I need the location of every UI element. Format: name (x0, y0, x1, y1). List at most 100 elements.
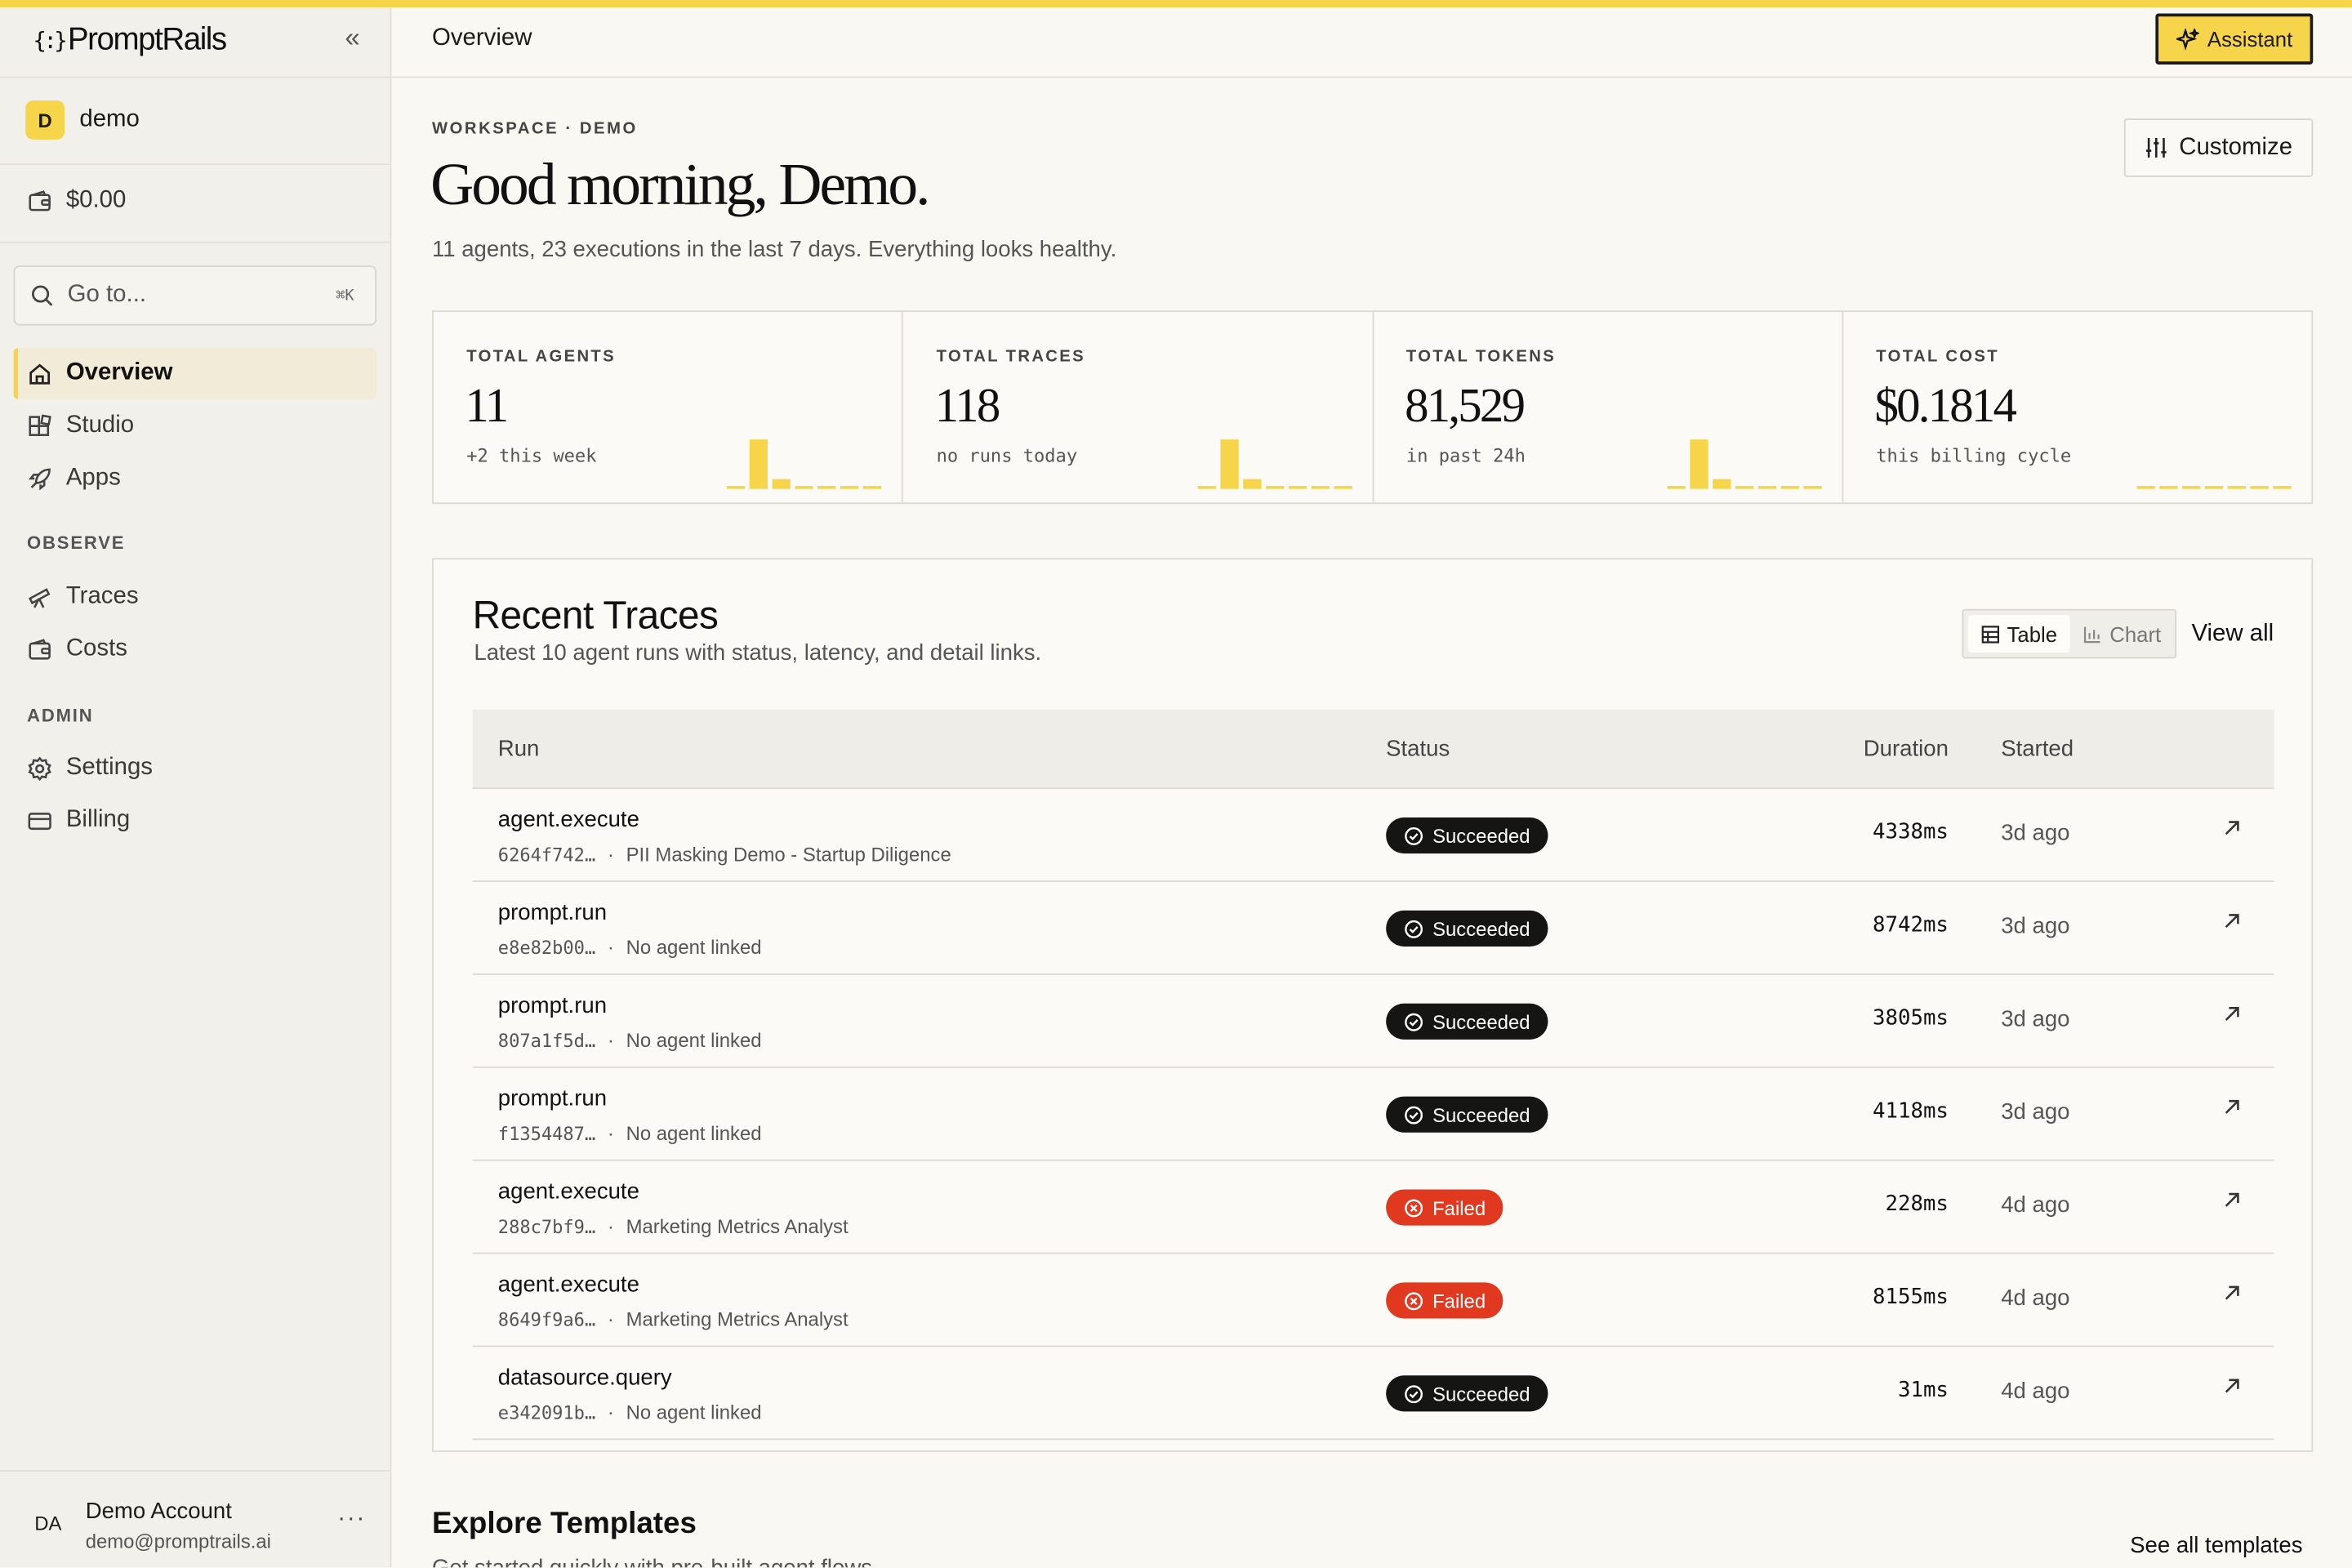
status-badge: Succeeded (1386, 1003, 1548, 1040)
stat-card-traces[interactable]: TOTAL TRACES 118 no runs today (903, 312, 1374, 503)
open-link-icon[interactable] (2220, 816, 2243, 840)
goto-search-input[interactable]: Go to... ⌘K (13, 265, 377, 326)
logo-icon: {:} (33, 27, 67, 55)
run-meta: 6264f742… · PII Masking Demo - Startup Dil… (498, 843, 951, 866)
table-row[interactable]: agent.execute 8649f9a6… · Marketing Metrics… (472, 1254, 2274, 1348)
workspace-switcher[interactable]: D demo (25, 100, 140, 140)
spark-bar (2250, 486, 2269, 489)
sidebar: {:} PromptRails « D demo $0.00 Go to... … (0, 7, 392, 1568)
stat-card-cost[interactable]: TOTAL COST $0.1814 this billing cycle (1843, 312, 2312, 502)
stat-card-tokens[interactable]: TOTAL TOKENS 81,529 in past 24h (1374, 312, 1843, 503)
sidebar-item-traces[interactable]: Traces (14, 572, 376, 622)
stat-label: TOTAL COST (1876, 348, 2000, 367)
sidebar-item-billing[interactable]: Billing (14, 795, 376, 845)
assistant-button[interactable]: Assistant (2155, 13, 2314, 65)
page-header: Overview Assistant (391, 7, 2352, 78)
run-meta: f1354487… · No agent linked (498, 1122, 762, 1145)
run-name[interactable]: agent.execute (498, 1179, 639, 1205)
table-row[interactable]: datasource.query e342091b… · No agent linke… (472, 1347, 2274, 1441)
assistant-label: Assistant (2207, 27, 2293, 51)
column-header-started[interactable]: Started (2001, 737, 2074, 762)
status-label: Succeeded (1432, 1382, 1530, 1405)
open-link-icon[interactable] (2220, 1188, 2243, 1212)
open-link-icon[interactable] (2220, 1002, 2243, 1026)
section-title: Recent Traces (472, 592, 719, 638)
column-header-run[interactable]: Run (498, 737, 540, 762)
open-link-icon[interactable] (2220, 1095, 2243, 1119)
spark-bar (1242, 479, 1261, 489)
open-link-icon[interactable] (2220, 1374, 2243, 1397)
sidebar-item-studio[interactable]: Studio (14, 400, 376, 451)
run-name[interactable]: datasource.query (498, 1365, 672, 1390)
stat-note: +2 this week (466, 445, 597, 467)
run-name[interactable]: prompt.run (498, 900, 607, 925)
sliders-icon (2145, 137, 2167, 158)
section-subtitle: Latest 10 agent runs with status, latenc… (474, 640, 1042, 666)
toggle-chart[interactable]: Chart (2071, 615, 2175, 653)
sidebar-item-settings[interactable]: Settings (14, 742, 376, 793)
workspace-avatar: D (25, 100, 65, 140)
table-header: Run Status Duration Started (472, 709, 2274, 790)
sidebar-item-overview[interactable]: Overview (13, 348, 377, 399)
toggle-table-label: Table (2007, 621, 2058, 646)
spark-bar (840, 486, 859, 489)
section-heading-observe: OBSERVE (27, 532, 126, 554)
status-label: Failed (1432, 1196, 1486, 1219)
view-all-link[interactable]: View all (2191, 621, 2274, 648)
open-link-icon[interactable] (2220, 909, 2243, 933)
separator: · (607, 1401, 614, 1424)
toggle-table[interactable]: Table (1967, 615, 2071, 653)
agent-name: Marketing Metrics Analyst (626, 1307, 849, 1331)
run-name[interactable]: agent.execute (498, 807, 639, 832)
table-row[interactable]: prompt.run f1354487… · No agent linked Succe… (472, 1068, 2274, 1161)
table-row[interactable]: agent.execute 6264f742… · PII Masking Demo … (472, 789, 2274, 882)
sparkline-chart (1196, 439, 1352, 489)
account-menu[interactable]: DA Demo Account demo@promptrails.ai ··· (0, 1469, 392, 1567)
sidebar-item-apps[interactable]: Apps (14, 453, 376, 504)
spark-bar (2182, 486, 2201, 489)
stat-value: 118 (934, 377, 1000, 432)
table-row[interactable]: prompt.run e8e82b00… · No agent linked Succe… (472, 882, 2274, 975)
spark-bar (1265, 486, 1284, 489)
traces-table: Run Status Duration Started agent.execut… (472, 709, 2274, 1441)
spark-bar (2159, 486, 2178, 489)
spark-bar (1735, 486, 1753, 489)
rocket-icon (28, 467, 51, 490)
run-name[interactable]: agent.execute (498, 1272, 639, 1298)
status-badge: Succeeded (1386, 910, 1548, 947)
stat-card-agents[interactable]: TOTAL AGENTS 11 +2 this week (434, 312, 904, 503)
started-value: 4d ago (2001, 1378, 2070, 1405)
check-circle-icon (1405, 1105, 1423, 1124)
table-body: agent.execute 6264f742… · PII Masking Demo … (472, 789, 2274, 1441)
run-id: f1354487… (497, 1123, 596, 1145)
sidebar-item-label: Billing (65, 807, 131, 833)
recent-traces-card: Recent Traces Latest 10 agent runs with … (431, 558, 2314, 1452)
agent-name: Marketing Metrics Analyst (626, 1214, 849, 1238)
run-meta: 288c7bf9… · Marketing Metrics Analyst (498, 1215, 849, 1238)
see-all-templates-link[interactable]: See all templates (2130, 1533, 2302, 1558)
divider (0, 241, 392, 243)
customize-button[interactable]: Customize (2123, 118, 2314, 177)
check-circle-icon (1405, 1012, 1423, 1031)
bar-chart-icon (2084, 626, 2101, 643)
run-name[interactable]: prompt.run (498, 1086, 607, 1111)
run-meta: e8e82b00… · No agent linked (498, 936, 762, 959)
more-options-icon[interactable]: ··· (337, 1506, 366, 1533)
table-row[interactable]: agent.execute 288c7bf9… · Marketing Metrics… (472, 1161, 2274, 1254)
balance-display[interactable]: $0.00 (27, 188, 126, 215)
duration-value: 4338ms (1873, 820, 1949, 845)
open-link-icon[interactable] (2220, 1281, 2243, 1305)
run-meta: 8649f9a6… · Marketing Metrics Analyst (498, 1308, 849, 1331)
gear-icon (28, 755, 51, 781)
separator: · (607, 1121, 614, 1145)
column-header-status[interactable]: Status (1386, 737, 1450, 762)
column-header-duration[interactable]: Duration (1864, 737, 1949, 762)
collapse-sidebar-icon[interactable]: « (336, 23, 368, 56)
brand-logo[interactable]: {:} PromptRails (33, 20, 227, 61)
table-row[interactable]: prompt.run 807a1f5d… · No agent linked Succe… (472, 975, 2274, 1068)
run-name[interactable]: prompt.run (498, 993, 607, 1018)
search-placeholder: Go to... (67, 282, 147, 308)
sidebar-item-costs[interactable]: Costs (14, 624, 376, 675)
sparkline-chart (2136, 486, 2292, 489)
stat-note: in past 24h (1405, 445, 1526, 467)
